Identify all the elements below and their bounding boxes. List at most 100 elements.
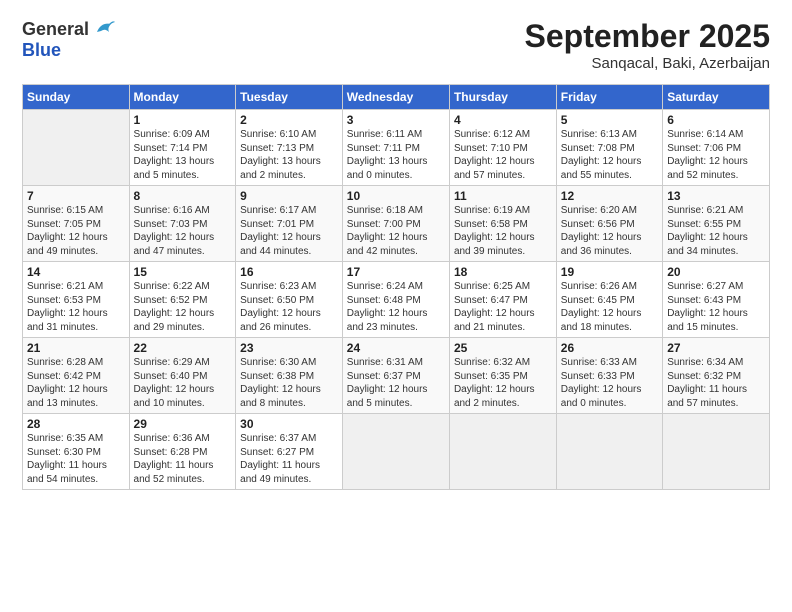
table-row: 5Sunrise: 6:13 AMSunset: 7:08 PMDaylight…	[556, 110, 662, 186]
table-row: 9Sunrise: 6:17 AMSunset: 7:01 PMDaylight…	[236, 186, 343, 262]
day-number: 2	[240, 113, 338, 127]
day-number: 8	[134, 189, 232, 203]
table-row: 6Sunrise: 6:14 AMSunset: 7:06 PMDaylight…	[663, 110, 770, 186]
header: General Blue September 2025 Sanqacal, Ba…	[22, 18, 770, 72]
day-number: 7	[27, 189, 125, 203]
table-row: 14Sunrise: 6:21 AMSunset: 6:53 PMDayligh…	[23, 262, 130, 338]
calendar-week-row: 14Sunrise: 6:21 AMSunset: 6:53 PMDayligh…	[23, 262, 770, 338]
table-row: 21Sunrise: 6:28 AMSunset: 6:42 PMDayligh…	[23, 338, 130, 414]
day-info: Sunrise: 6:35 AMSunset: 6:30 PMDaylight:…	[27, 432, 125, 486]
day-info: Sunrise: 6:21 AMSunset: 6:55 PMDaylight:…	[667, 204, 765, 258]
day-info: Sunrise: 6:25 AMSunset: 6:47 PMDaylight:…	[454, 280, 552, 334]
day-info: Sunrise: 6:18 AMSunset: 7:00 PMDaylight:…	[347, 204, 445, 258]
day-number: 29	[134, 417, 232, 431]
table-row: 1Sunrise: 6:09 AMSunset: 7:14 PMDaylight…	[129, 110, 236, 186]
logo-bird-icon	[93, 18, 115, 40]
calendar-week-row: 28Sunrise: 6:35 AMSunset: 6:30 PMDayligh…	[23, 414, 770, 490]
day-info: Sunrise: 6:20 AMSunset: 6:56 PMDaylight:…	[561, 204, 658, 258]
table-row	[342, 414, 449, 490]
table-row: 22Sunrise: 6:29 AMSunset: 6:40 PMDayligh…	[129, 338, 236, 414]
table-row: 4Sunrise: 6:12 AMSunset: 7:10 PMDaylight…	[449, 110, 556, 186]
logo: General Blue	[22, 18, 115, 61]
day-info: Sunrise: 6:26 AMSunset: 6:45 PMDaylight:…	[561, 280, 658, 334]
table-row: 7Sunrise: 6:15 AMSunset: 7:05 PMDaylight…	[23, 186, 130, 262]
day-number: 10	[347, 189, 445, 203]
table-row: 15Sunrise: 6:22 AMSunset: 6:52 PMDayligh…	[129, 262, 236, 338]
day-number: 26	[561, 341, 658, 355]
table-row: 19Sunrise: 6:26 AMSunset: 6:45 PMDayligh…	[556, 262, 662, 338]
day-info: Sunrise: 6:10 AMSunset: 7:13 PMDaylight:…	[240, 128, 338, 182]
day-info: Sunrise: 6:17 AMSunset: 7:01 PMDaylight:…	[240, 204, 338, 258]
table-row: 2Sunrise: 6:10 AMSunset: 7:13 PMDaylight…	[236, 110, 343, 186]
day-number: 5	[561, 113, 658, 127]
day-info: Sunrise: 6:13 AMSunset: 7:08 PMDaylight:…	[561, 128, 658, 182]
table-row: 10Sunrise: 6:18 AMSunset: 7:00 PMDayligh…	[342, 186, 449, 262]
logo-general-text: General	[22, 19, 89, 40]
title-block: September 2025 Sanqacal, Baki, Azerbaija…	[525, 18, 770, 72]
table-row: 16Sunrise: 6:23 AMSunset: 6:50 PMDayligh…	[236, 262, 343, 338]
day-number: 1	[134, 113, 232, 127]
col-sunday: Sunday	[23, 85, 130, 110]
page: General Blue September 2025 Sanqacal, Ba…	[0, 0, 792, 612]
day-number: 25	[454, 341, 552, 355]
table-row: 13Sunrise: 6:21 AMSunset: 6:55 PMDayligh…	[663, 186, 770, 262]
day-number: 9	[240, 189, 338, 203]
day-info: Sunrise: 6:32 AMSunset: 6:35 PMDaylight:…	[454, 356, 552, 410]
day-info: Sunrise: 6:28 AMSunset: 6:42 PMDaylight:…	[27, 356, 125, 410]
day-info: Sunrise: 6:24 AMSunset: 6:48 PMDaylight:…	[347, 280, 445, 334]
col-tuesday: Tuesday	[236, 85, 343, 110]
day-info: Sunrise: 6:11 AMSunset: 7:11 PMDaylight:…	[347, 128, 445, 182]
logo-blue-text: Blue	[22, 40, 61, 61]
day-number: 14	[27, 265, 125, 279]
day-number: 18	[454, 265, 552, 279]
day-info: Sunrise: 6:33 AMSunset: 6:33 PMDaylight:…	[561, 356, 658, 410]
table-row: 23Sunrise: 6:30 AMSunset: 6:38 PMDayligh…	[236, 338, 343, 414]
day-info: Sunrise: 6:22 AMSunset: 6:52 PMDaylight:…	[134, 280, 232, 334]
table-row: 30Sunrise: 6:37 AMSunset: 6:27 PMDayligh…	[236, 414, 343, 490]
day-number: 28	[27, 417, 125, 431]
table-row: 20Sunrise: 6:27 AMSunset: 6:43 PMDayligh…	[663, 262, 770, 338]
table-row	[556, 414, 662, 490]
col-wednesday: Wednesday	[342, 85, 449, 110]
day-info: Sunrise: 6:36 AMSunset: 6:28 PMDaylight:…	[134, 432, 232, 486]
calendar-header-row: Sunday Monday Tuesday Wednesday Thursday…	[23, 85, 770, 110]
location: Sanqacal, Baki, Azerbaijan	[525, 55, 770, 72]
day-number: 3	[347, 113, 445, 127]
month-year: September 2025	[525, 18, 770, 55]
day-info: Sunrise: 6:16 AMSunset: 7:03 PMDaylight:…	[134, 204, 232, 258]
day-info: Sunrise: 6:23 AMSunset: 6:50 PMDaylight:…	[240, 280, 338, 334]
day-number: 30	[240, 417, 338, 431]
day-number: 6	[667, 113, 765, 127]
table-row	[449, 414, 556, 490]
day-info: Sunrise: 6:29 AMSunset: 6:40 PMDaylight:…	[134, 356, 232, 410]
col-saturday: Saturday	[663, 85, 770, 110]
table-row	[663, 414, 770, 490]
col-thursday: Thursday	[449, 85, 556, 110]
day-info: Sunrise: 6:19 AMSunset: 6:58 PMDaylight:…	[454, 204, 552, 258]
table-row: 8Sunrise: 6:16 AMSunset: 7:03 PMDaylight…	[129, 186, 236, 262]
day-number: 13	[667, 189, 765, 203]
day-number: 15	[134, 265, 232, 279]
calendar-week-row: 7Sunrise: 6:15 AMSunset: 7:05 PMDaylight…	[23, 186, 770, 262]
day-info: Sunrise: 6:15 AMSunset: 7:05 PMDaylight:…	[27, 204, 125, 258]
day-number: 24	[347, 341, 445, 355]
table-row: 28Sunrise: 6:35 AMSunset: 6:30 PMDayligh…	[23, 414, 130, 490]
day-number: 21	[27, 341, 125, 355]
table-row: 27Sunrise: 6:34 AMSunset: 6:32 PMDayligh…	[663, 338, 770, 414]
table-row: 3Sunrise: 6:11 AMSunset: 7:11 PMDaylight…	[342, 110, 449, 186]
day-number: 4	[454, 113, 552, 127]
table-row: 18Sunrise: 6:25 AMSunset: 6:47 PMDayligh…	[449, 262, 556, 338]
day-number: 12	[561, 189, 658, 203]
day-info: Sunrise: 6:21 AMSunset: 6:53 PMDaylight:…	[27, 280, 125, 334]
day-info: Sunrise: 6:31 AMSunset: 6:37 PMDaylight:…	[347, 356, 445, 410]
calendar-week-row: 21Sunrise: 6:28 AMSunset: 6:42 PMDayligh…	[23, 338, 770, 414]
table-row: 11Sunrise: 6:19 AMSunset: 6:58 PMDayligh…	[449, 186, 556, 262]
table-row: 26Sunrise: 6:33 AMSunset: 6:33 PMDayligh…	[556, 338, 662, 414]
calendar-table: Sunday Monday Tuesday Wednesday Thursday…	[22, 84, 770, 490]
day-info: Sunrise: 6:12 AMSunset: 7:10 PMDaylight:…	[454, 128, 552, 182]
calendar-week-row: 1Sunrise: 6:09 AMSunset: 7:14 PMDaylight…	[23, 110, 770, 186]
day-number: 17	[347, 265, 445, 279]
col-friday: Friday	[556, 85, 662, 110]
table-row: 24Sunrise: 6:31 AMSunset: 6:37 PMDayligh…	[342, 338, 449, 414]
day-info: Sunrise: 6:09 AMSunset: 7:14 PMDaylight:…	[134, 128, 232, 182]
